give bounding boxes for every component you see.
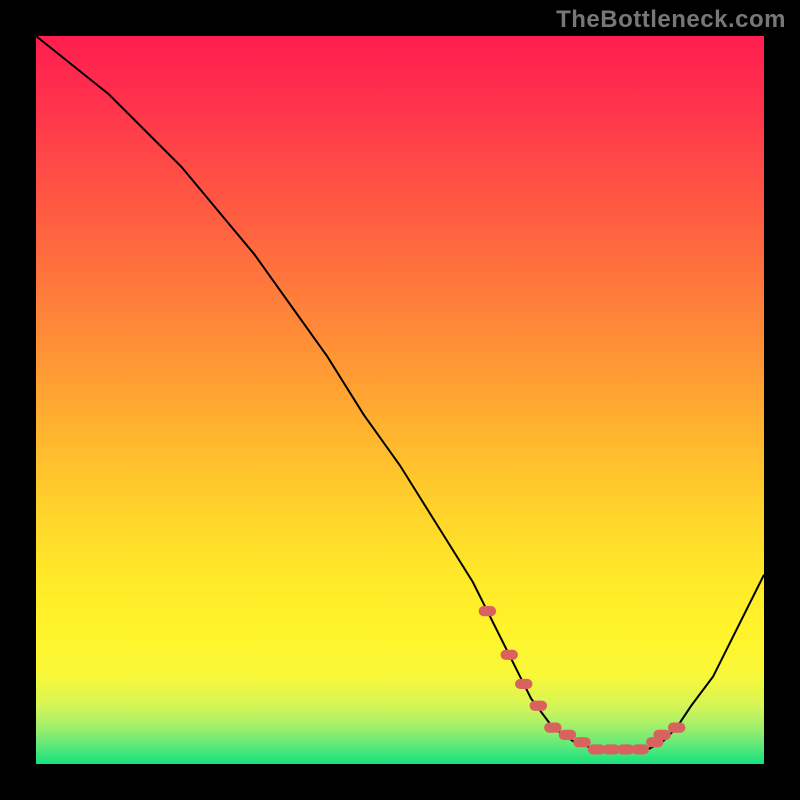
sweet-spot-marker xyxy=(479,606,496,616)
sweet-spot-marker xyxy=(653,730,670,740)
chart-frame: TheBottleneck.com xyxy=(0,0,800,800)
watermark-text: TheBottleneck.com xyxy=(556,6,786,34)
sweet-spot-markers xyxy=(479,606,686,755)
sweet-spot-marker xyxy=(632,744,649,754)
chart-svg xyxy=(36,36,764,764)
sweet-spot-marker xyxy=(668,723,685,733)
sweet-spot-marker xyxy=(559,730,576,740)
sweet-spot-marker xyxy=(544,723,561,733)
sweet-spot-marker xyxy=(515,679,532,689)
sweet-spot-marker xyxy=(530,701,547,711)
plot-area xyxy=(36,36,764,764)
sweet-spot-marker xyxy=(500,650,517,660)
sweet-spot-marker xyxy=(573,737,590,747)
bottleneck-curve xyxy=(36,36,764,749)
